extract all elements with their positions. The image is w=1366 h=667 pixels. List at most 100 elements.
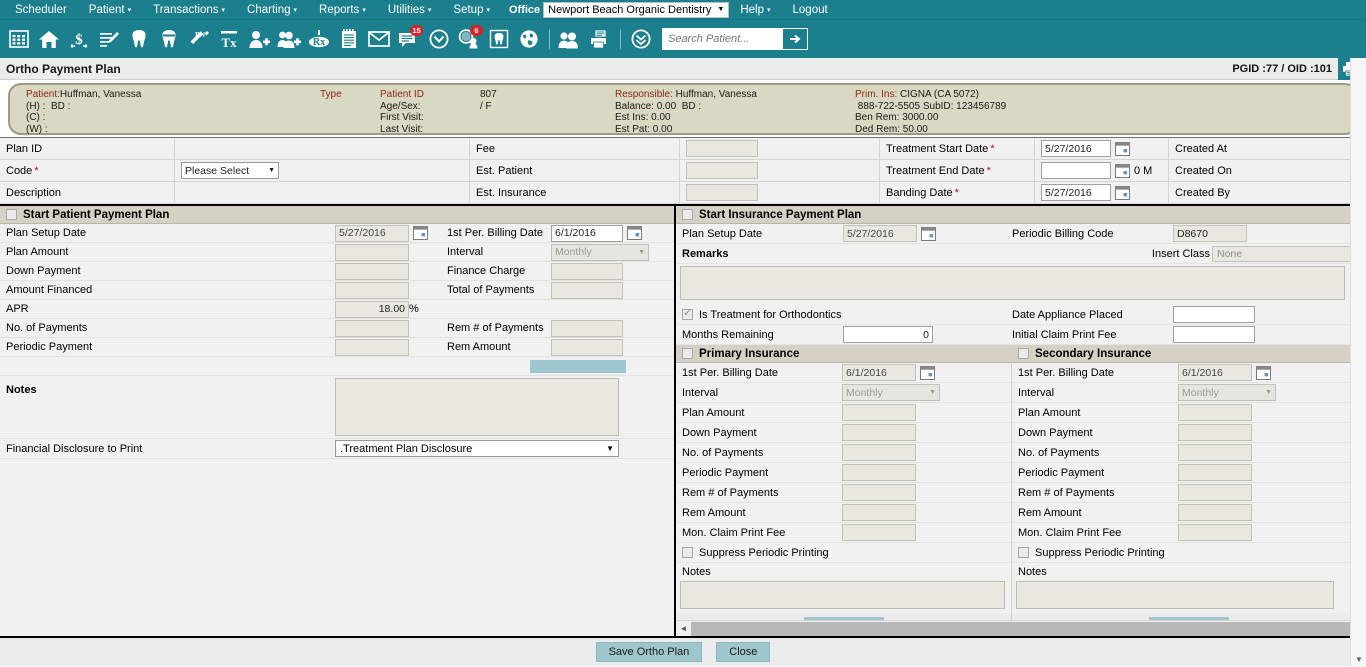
est-patient-input[interactable] bbox=[686, 162, 758, 179]
est-insurance-input[interactable] bbox=[686, 184, 758, 201]
primary-notes-textarea[interactable] bbox=[680, 581, 1005, 609]
patient-search-box[interactable] bbox=[662, 28, 808, 50]
primary-insurance-checkbox[interactable] bbox=[682, 348, 693, 359]
down-payment-input[interactable] bbox=[335, 262, 409, 280]
primary-down-payment-input[interactable] bbox=[842, 424, 916, 441]
plan-action-button[interactable] bbox=[530, 359, 626, 373]
globe-icon[interactable] bbox=[514, 24, 544, 54]
clock-icon[interactable] bbox=[424, 24, 454, 54]
amount-financed-input[interactable] bbox=[335, 281, 409, 299]
menu-patient[interactable]: Patient ▾ bbox=[78, 2, 142, 18]
calendar-icon[interactable] bbox=[1115, 185, 1130, 200]
users-icon[interactable] bbox=[555, 24, 585, 54]
secondary-no-payments-input[interactable] bbox=[1178, 444, 1252, 461]
initial-claim-fee-input[interactable] bbox=[1173, 326, 1255, 343]
periodic-payment-input[interactable] bbox=[335, 338, 409, 356]
save-ortho-plan-button[interactable]: Save Ortho Plan bbox=[595, 642, 703, 662]
scroll-left-icon[interactable]: ◄ bbox=[676, 621, 691, 636]
months-remaining-input[interactable] bbox=[843, 326, 933, 343]
page-scroll-down-icon[interactable]: ▼ bbox=[1353, 653, 1365, 665]
secondary-periodic-payment-input[interactable] bbox=[1178, 464, 1252, 481]
edit-ledger-icon[interactable] bbox=[94, 24, 124, 54]
calendar-icon[interactable] bbox=[1256, 365, 1271, 380]
treatment-start-input[interactable] bbox=[1041, 140, 1111, 157]
primary-mon-claim-fee-input[interactable] bbox=[842, 524, 916, 541]
secondary-rem-amount-input[interactable] bbox=[1178, 504, 1252, 521]
menu-reports[interactable]: Reports ▾ bbox=[308, 2, 377, 18]
primary-no-payments-input[interactable] bbox=[842, 444, 916, 461]
mail-icon[interactable] bbox=[364, 24, 394, 54]
secondary-interval-select[interactable]: Monthly ▼ bbox=[1178, 384, 1276, 401]
calendar-grid-icon[interactable] bbox=[4, 24, 34, 54]
notes-list-icon[interactable] bbox=[334, 24, 364, 54]
secondary-insurance-checkbox[interactable] bbox=[1018, 348, 1029, 359]
primary-rem-no-payments-input[interactable] bbox=[842, 484, 916, 501]
periodic-billing-code-input[interactable] bbox=[1173, 225, 1247, 242]
is-ortho-checkbox[interactable] bbox=[682, 307, 693, 320]
first-billing-date-input[interactable] bbox=[551, 224, 623, 242]
chevron-double-down-icon[interactable] bbox=[626, 24, 656, 54]
insurance-plan-section-header[interactable]: Start Insurance Payment Plan bbox=[676, 206, 1366, 224]
menu-transactions[interactable]: Transactions ▾ bbox=[142, 2, 236, 18]
primary-rem-amount-input[interactable] bbox=[842, 504, 916, 521]
total-payments-input[interactable] bbox=[551, 281, 623, 299]
search-input[interactable] bbox=[663, 29, 783, 49]
add-family-icon[interactable] bbox=[274, 24, 304, 54]
home-icon[interactable] bbox=[34, 24, 64, 54]
calendar-icon[interactable] bbox=[1115, 163, 1130, 178]
menu-help[interactable]: Help ▾ bbox=[729, 2, 781, 18]
hscroll-thumb[interactable] bbox=[691, 621, 1351, 636]
search-submit-button[interactable] bbox=[783, 29, 807, 49]
plan-setup-date-input[interactable] bbox=[335, 224, 409, 242]
add-patient-icon[interactable] bbox=[244, 24, 274, 54]
banding-date-input[interactable] bbox=[1041, 184, 1111, 201]
primary-periodic-payment-input[interactable] bbox=[842, 464, 916, 481]
secondary-mon-claim-fee-input[interactable] bbox=[1178, 524, 1252, 541]
rem-no-payments-input[interactable] bbox=[551, 319, 623, 337]
interval-select[interactable]: Monthly ▼ bbox=[551, 243, 649, 261]
primary-interval-select[interactable]: Monthly ▼ bbox=[842, 384, 940, 401]
calendar-icon[interactable] bbox=[921, 226, 936, 241]
calendar-icon[interactable] bbox=[627, 226, 642, 240]
patient-search-icon[interactable]: 6 bbox=[454, 24, 484, 54]
date-appliance-input[interactable] bbox=[1173, 306, 1255, 323]
primary-suppress-checkbox[interactable] bbox=[682, 547, 693, 558]
plan-amount-input[interactable] bbox=[335, 243, 409, 261]
secondary-insurance-header[interactable]: Secondary Insurance bbox=[1012, 345, 1366, 363]
print-queue-icon[interactable] bbox=[585, 24, 615, 54]
menu-scheduler[interactable]: Scheduler bbox=[4, 2, 78, 18]
patient-plan-section-header[interactable]: Start Patient Payment Plan bbox=[0, 206, 674, 224]
secondary-first-billing-input[interactable] bbox=[1178, 364, 1252, 381]
insurance-panel-hscrollbar[interactable]: ◄ ► bbox=[676, 620, 1366, 636]
secondary-down-payment-input[interactable] bbox=[1178, 424, 1252, 441]
primary-first-billing-input[interactable] bbox=[842, 364, 916, 381]
secondary-suppress-checkbox[interactable] bbox=[1018, 547, 1029, 558]
tooth-box-icon[interactable] bbox=[484, 24, 514, 54]
finance-charge-input[interactable] bbox=[551, 262, 623, 280]
menu-charting[interactable]: Charting ▾ bbox=[236, 2, 308, 18]
calendar-icon[interactable] bbox=[413, 226, 428, 240]
apr-input[interactable] bbox=[335, 300, 409, 318]
secondary-rem-no-payments-input[interactable] bbox=[1178, 484, 1252, 501]
office-selector[interactable]: Newport Beach Organic Dentistry ▼ bbox=[543, 1, 730, 18]
secondary-notes-textarea[interactable] bbox=[1016, 581, 1334, 609]
patient-notes-textarea[interactable] bbox=[335, 378, 619, 436]
close-button[interactable]: Close bbox=[716, 642, 771, 662]
page-scroll-gutter[interactable]: ▼ bbox=[1350, 58, 1366, 667]
menu-setup[interactable]: Setup ▾ bbox=[442, 2, 501, 18]
insert-class-select[interactable]: None ▼ bbox=[1212, 245, 1362, 262]
prescription-icon[interactable]: Rx bbox=[304, 24, 334, 54]
calendar-icon[interactable] bbox=[920, 365, 935, 380]
primary-insurance-header[interactable]: Primary Insurance bbox=[676, 345, 1011, 363]
dollar-icon[interactable]: $ bbox=[64, 24, 94, 54]
patient-plan-checkbox[interactable] bbox=[6, 209, 17, 220]
fee-input[interactable] bbox=[686, 140, 758, 157]
secondary-plan-amount-input[interactable] bbox=[1178, 404, 1252, 421]
financial-disclosure-select[interactable]: .Treatment Plan Disclosure ▼ bbox=[335, 440, 619, 457]
insurance-plan-checkbox[interactable] bbox=[682, 209, 693, 220]
ins-plan-setup-date-input[interactable] bbox=[843, 225, 917, 242]
menu-utilities[interactable]: Utilities ▾ bbox=[377, 2, 443, 18]
primary-plan-amount-input[interactable] bbox=[842, 404, 916, 421]
treatment-end-input[interactable] bbox=[1041, 162, 1111, 179]
tooth-perio-icon[interactable] bbox=[154, 24, 184, 54]
